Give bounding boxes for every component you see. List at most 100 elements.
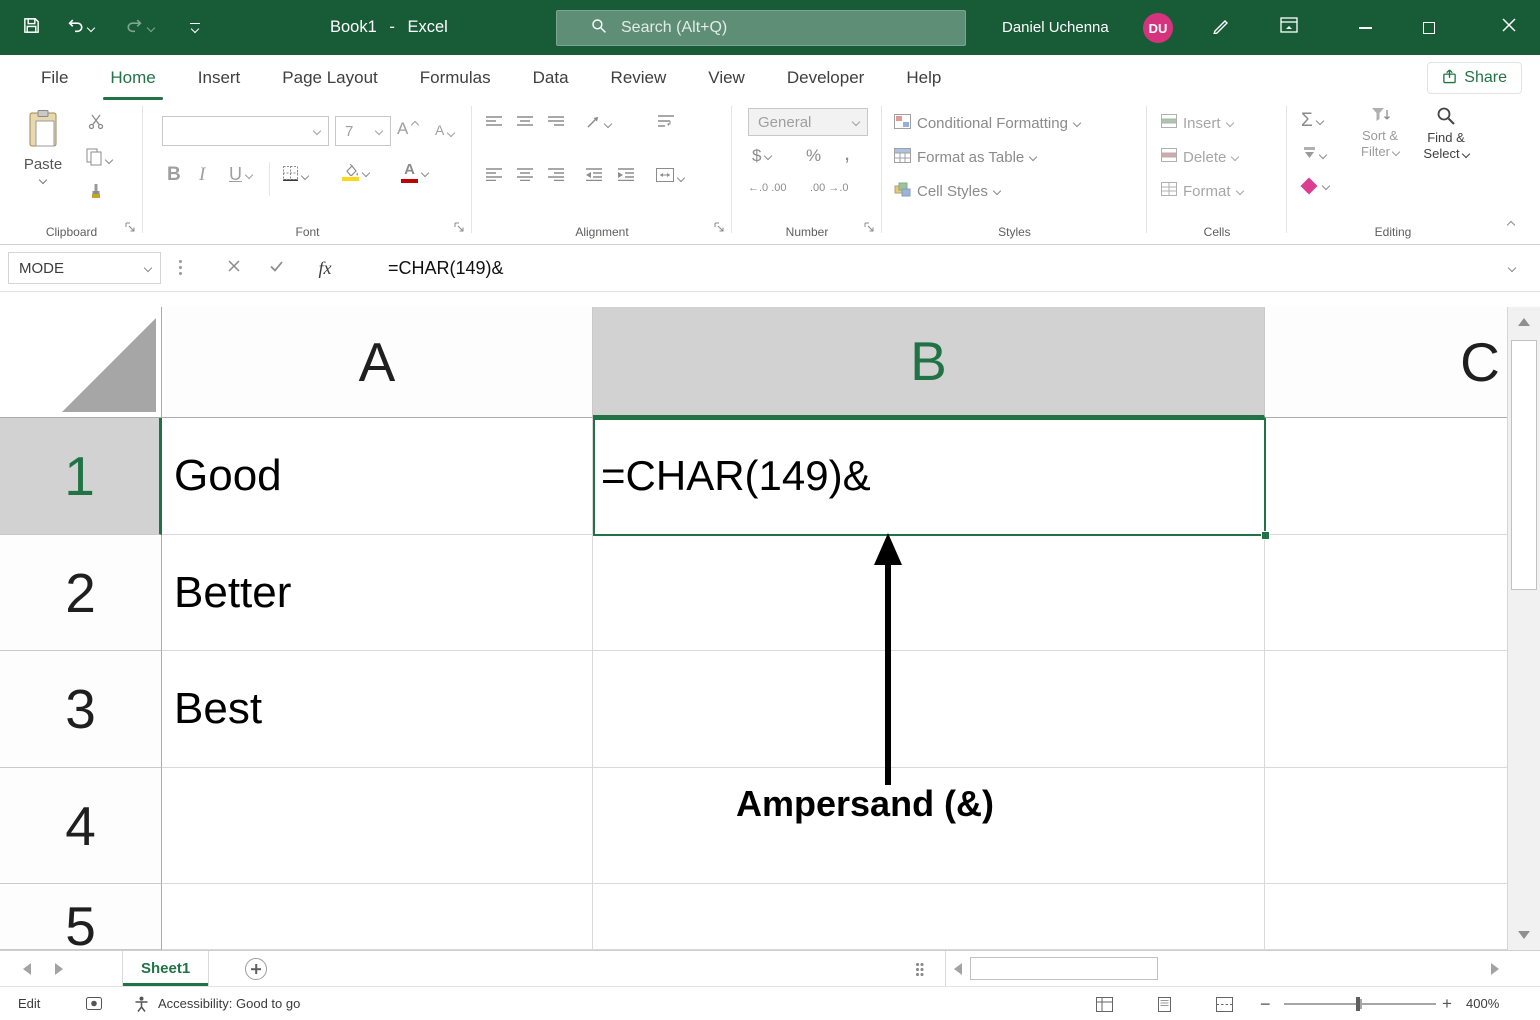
cell-B5[interactable]: [593, 884, 1265, 950]
decrease-decimal-button[interactable]: .00 →.0: [810, 182, 849, 194]
name-box[interactable]: MODE: [8, 252, 161, 284]
row-header-1[interactable]: 1: [0, 418, 162, 535]
save-button[interactable]: [22, 0, 41, 55]
redo-button[interactable]: [126, 0, 154, 55]
accessibility-icon[interactable]: [134, 996, 149, 1012]
number-format-combo[interactable]: General: [748, 108, 868, 136]
clear-button[interactable]: [1303, 180, 1329, 192]
tab-insert[interactable]: Insert: [177, 55, 262, 100]
row-header-5[interactable]: 5: [0, 884, 162, 950]
tab-data[interactable]: Data: [512, 55, 590, 100]
decrease-font-size-button[interactable]: A: [435, 122, 454, 138]
zoom-slider-thumb[interactable]: [1356, 997, 1360, 1011]
find-select-button[interactable]: Find & Select: [1415, 106, 1477, 161]
maximize-button[interactable]: [1404, 0, 1454, 55]
wrap-text-button[interactable]: [658, 114, 674, 128]
accessibility-status[interactable]: Accessibility: Good to go: [158, 987, 300, 1020]
tab-page-layout[interactable]: Page Layout: [261, 55, 398, 100]
expand-formula-bar-button[interactable]: [1494, 252, 1530, 284]
align-top-button[interactable]: [486, 116, 502, 129]
delete-cells-button[interactable]: Delete: [1161, 144, 1238, 170]
vertical-scrollbar[interactable]: [1507, 307, 1540, 950]
avatar[interactable]: DU: [1143, 13, 1173, 43]
cell-C5[interactable]: [1265, 884, 1540, 950]
font-color-button[interactable]: A: [401, 162, 428, 183]
search-box[interactable]: [556, 10, 966, 46]
page-layout-view-icon[interactable]: [1156, 997, 1173, 1012]
cell-A1[interactable]: Good: [162, 418, 593, 535]
qat-customize-button[interactable]: [190, 0, 200, 55]
cancel-button[interactable]: [216, 252, 252, 284]
merge-center-button[interactable]: [656, 168, 684, 187]
accounting-format-button[interactable]: $: [752, 146, 771, 166]
tab-formulas[interactable]: Formulas: [399, 55, 512, 100]
cell-B1[interactable]: =CHAR(149)&: [593, 418, 1265, 535]
format-cells-button[interactable]: Format: [1161, 178, 1243, 204]
cell-C1[interactable]: [1265, 418, 1540, 535]
column-header-A[interactable]: A: [162, 307, 593, 418]
align-left-button[interactable]: [486, 168, 502, 181]
borders-button[interactable]: [283, 166, 308, 186]
cell-C3[interactable]: [1265, 651, 1540, 768]
italic-button[interactable]: I: [199, 164, 205, 186]
number-dialog-launcher[interactable]: [864, 220, 875, 238]
tab-developer[interactable]: Developer: [766, 55, 886, 100]
scroll-down-button[interactable]: [1508, 920, 1540, 950]
decrease-indent-button[interactable]: [586, 168, 602, 181]
bold-button[interactable]: B: [167, 164, 181, 186]
select-all-button[interactable]: [0, 307, 162, 418]
increase-font-size-button[interactable]: A: [397, 119, 418, 139]
zoom-out-button[interactable]: −: [1260, 987, 1271, 1020]
fill-button[interactable]: [1303, 146, 1326, 164]
cell-B2[interactable]: [593, 535, 1265, 651]
next-sheet-button[interactable]: [44, 951, 74, 987]
status-mode[interactable]: Edit: [18, 987, 40, 1020]
sort-filter-button[interactable]: Sort & Filter: [1351, 106, 1409, 159]
enter-button[interactable]: [258, 252, 294, 284]
format-as-table-button[interactable]: Format as Table: [894, 144, 1036, 170]
horizontal-scrollbar-thumb[interactable]: [970, 957, 1158, 980]
ribbon-display-options-button[interactable]: [1280, 0, 1298, 55]
copy-button[interactable]: [86, 148, 112, 171]
cell-B3[interactable]: [593, 651, 1265, 768]
row-header-3[interactable]: 3: [0, 651, 162, 768]
page-break-view-icon[interactable]: [1216, 997, 1233, 1012]
insert-function-button[interactable]: fx: [304, 252, 346, 284]
cell-C2[interactable]: [1265, 535, 1540, 651]
increase-indent-button[interactable]: [618, 168, 634, 181]
align-bottom-button[interactable]: [548, 116, 564, 129]
font-name-combo[interactable]: [162, 116, 329, 146]
alignment-dialog-launcher[interactable]: [714, 220, 725, 238]
close-button[interactable]: [1478, 0, 1540, 55]
tab-home[interactable]: Home: [89, 55, 176, 100]
cell-A2[interactable]: Better: [162, 535, 593, 651]
paste-button[interactable]: Paste: [14, 106, 72, 204]
percent-style-button[interactable]: %: [806, 146, 821, 166]
font-size-combo[interactable]: 7: [335, 116, 391, 146]
cell-A3[interactable]: Best: [162, 651, 593, 768]
collapse-ribbon-button[interactable]: [1508, 222, 1514, 228]
cell-styles-button[interactable]: Cell Styles: [894, 178, 1000, 204]
fill-color-button[interactable]: [342, 164, 369, 181]
scroll-right-button[interactable]: [1483, 951, 1507, 987]
scroll-up-button[interactable]: [1508, 307, 1540, 337]
column-header-B[interactable]: B: [593, 307, 1265, 418]
align-middle-button[interactable]: [517, 116, 533, 129]
search-input[interactable]: [621, 19, 921, 37]
row-header-4[interactable]: 4: [0, 768, 162, 884]
tab-review[interactable]: Review: [590, 55, 688, 100]
share-button[interactable]: Share: [1427, 62, 1522, 94]
previous-sheet-button[interactable]: [12, 951, 42, 987]
tab-view[interactable]: View: [687, 55, 766, 100]
undo-button[interactable]: [66, 0, 94, 55]
column-header-C[interactable]: C: [1265, 307, 1540, 418]
zoom-level[interactable]: 400%: [1466, 987, 1499, 1020]
align-center-button[interactable]: [517, 168, 533, 181]
conditional-formatting-button[interactable]: Conditional Formatting: [894, 110, 1080, 136]
ink-pen-button[interactable]: [1212, 0, 1230, 55]
clipboard-dialog-launcher[interactable]: [125, 220, 136, 238]
format-painter-button[interactable]: [88, 183, 104, 204]
font-dialog-launcher[interactable]: [454, 220, 465, 238]
cell-A5[interactable]: [162, 884, 593, 950]
tab-help[interactable]: Help: [885, 55, 962, 100]
